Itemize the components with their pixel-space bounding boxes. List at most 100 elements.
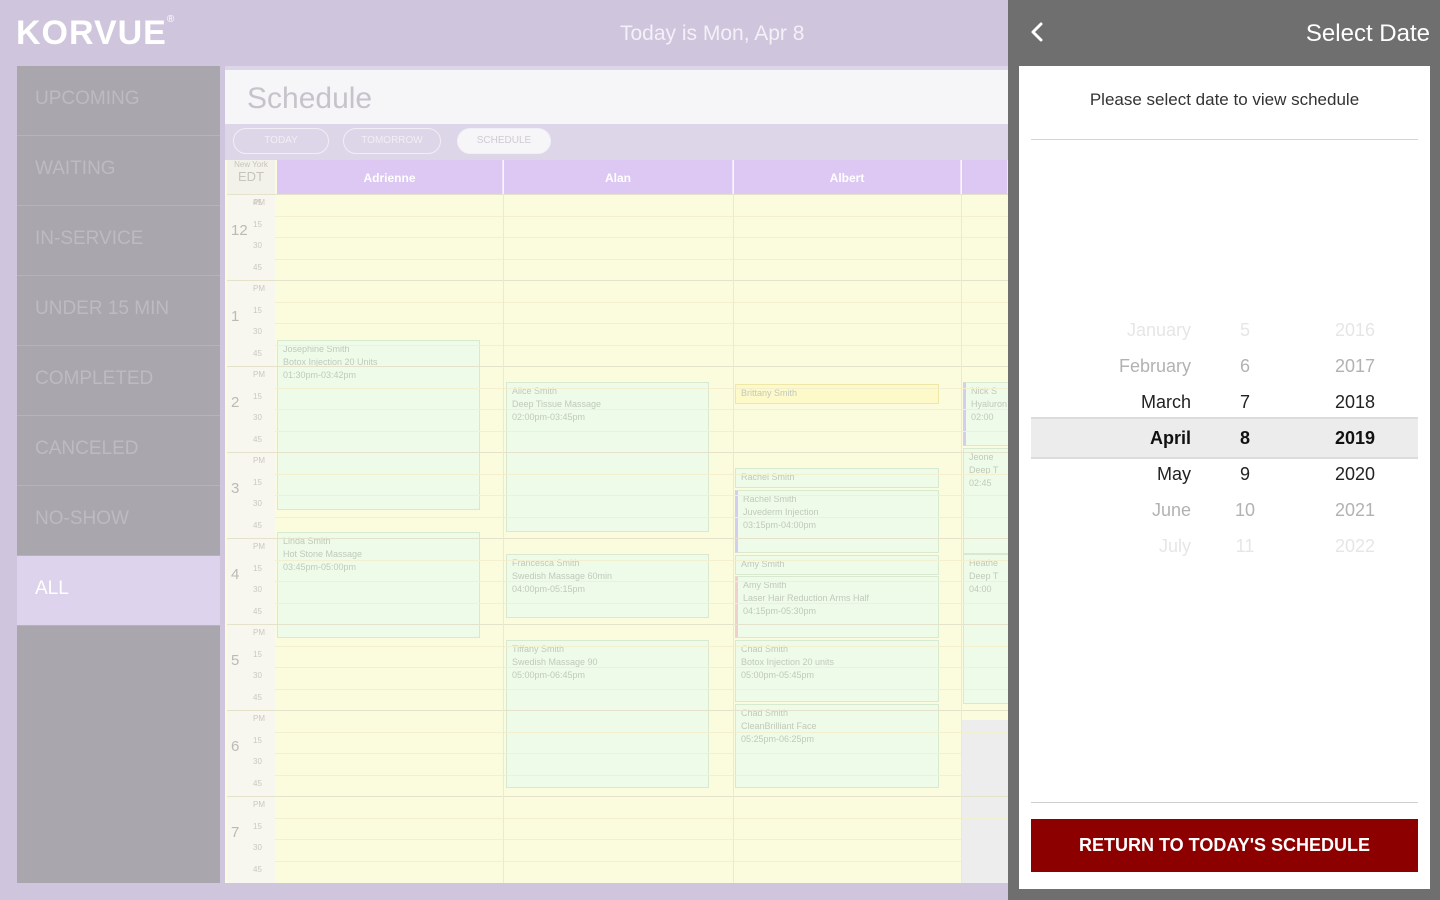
today-date-label: Today is Mon, Apr 8: [620, 22, 805, 45]
day-option[interactable]: 11: [1207, 528, 1283, 564]
day-option[interactable]: 9: [1207, 456, 1283, 492]
quarter-gridline: [275, 409, 1008, 410]
quarter-gridline: [275, 688, 1008, 690]
appointment-card[interactable]: Francesca Smith Swedish Massage 60min 04…: [506, 554, 709, 618]
sidebar-item-waiting[interactable]: WAITING: [17, 136, 220, 206]
hour-gridline: [227, 194, 1008, 195]
hour-gridline: [227, 366, 1008, 367]
quarter-label: PM: [253, 370, 265, 379]
sidebar-item-upcoming[interactable]: UPCOMING: [17, 66, 220, 136]
month-option[interactable]: February: [1031, 348, 1191, 384]
year-option[interactable]: 2017: [1293, 348, 1375, 384]
quarter-gridline: [275, 753, 1008, 754]
quarter-label: 45: [253, 520, 262, 530]
sidebar-item-canceled[interactable]: CANCELED: [17, 416, 220, 486]
appointment-card[interactable]: Amy Smith: [735, 555, 939, 575]
appointment-card[interactable]: Heathe Deep T 04:00: [963, 554, 1008, 704]
sidebar-item-all[interactable]: ALL: [17, 556, 220, 626]
appointment-time: 02:00: [971, 412, 994, 422]
quarter-label: 30: [253, 585, 262, 594]
year-option[interactable]: 2018: [1293, 384, 1375, 420]
year-option-selected[interactable]: 2019: [1293, 420, 1375, 456]
appointment-card[interactable]: Alice Smith Deep Tissue Massage 02:00pm-…: [506, 382, 709, 532]
month-option[interactable]: January: [1031, 312, 1191, 348]
day-option-selected[interactable]: 8: [1207, 420, 1283, 456]
hour-label: 12: [231, 222, 248, 239]
hour-gridline: [227, 280, 1008, 281]
logo-text: KORVUE: [16, 14, 167, 52]
appointment-time: 01:30pm-03:42pm: [283, 370, 357, 380]
back-button[interactable]: [1026, 18, 1052, 48]
quarter-label: 30: [253, 757, 262, 766]
quarter-gridline: [275, 215, 1008, 217]
year-option[interactable]: 2022: [1293, 528, 1375, 564]
hour-label: 1: [231, 308, 240, 325]
quarter-gridline: [275, 817, 1008, 819]
date-picker-card: Please select date to view schedule Janu…: [1019, 66, 1430, 889]
staff-column-alan[interactable]: Alan: [504, 160, 733, 194]
sidebar-item-no-show[interactable]: NO-SHOW: [17, 486, 220, 556]
hour-gridline: [227, 624, 1008, 625]
return-to-today-button[interactable]: RETURN TO TODAY'S SCHEDULE: [1031, 819, 1418, 872]
year-option[interactable]: 2020: [1293, 456, 1375, 492]
hour-label: 7: [231, 824, 240, 841]
quarter-label: 45: [253, 606, 262, 616]
filter-today-button[interactable]: TODAY: [233, 128, 329, 154]
sidebar-item-under-15-min[interactable]: UNDER 15 MIN: [17, 276, 220, 346]
year-option[interactable]: 2021: [1293, 492, 1375, 528]
quarter-gridline: [275, 667, 1008, 668]
day-option[interactable]: 6: [1207, 348, 1283, 384]
sidebar-item-in-service[interactable]: IN-SERVICE: [17, 206, 220, 276]
quarter-gridline: [275, 301, 1008, 303]
hour-label: 3: [231, 480, 240, 497]
column-divider: [961, 194, 962, 883]
hour-gridline: [227, 538, 1008, 539]
sidebar-item-completed[interactable]: COMPLETED: [17, 346, 220, 416]
hour-gridline: [227, 796, 1008, 797]
appointment-service: Deep T: [969, 465, 999, 475]
quarter-label: 15: [253, 391, 262, 401]
month-option[interactable]: March: [1031, 384, 1191, 420]
quarter-label: 45: [253, 692, 262, 702]
appointment-time: 04:00: [969, 584, 992, 594]
appointment-time: 02:00pm-03:45pm: [512, 412, 586, 422]
staff-column-albert[interactable]: Albert: [734, 160, 961, 194]
day-option[interactable]: 7: [1207, 384, 1283, 420]
quarter-gridline: [275, 237, 1008, 238]
quarter-label: 45: [253, 348, 262, 358]
appointment-card[interactable]: Linda Smith Hot Stone Massage 03:45pm-05…: [277, 532, 480, 638]
appointment-card[interactable]: Rachel Smith Juvederm Injection 03:15pm-…: [735, 490, 939, 553]
day-wheel[interactable]: 5 6 7 8 9 10 11: [1207, 312, 1283, 564]
staff-column-next[interactable]: [962, 160, 1008, 194]
month-wheel[interactable]: January February March April May June Ju…: [1031, 312, 1191, 564]
quarter-label: 30: [253, 241, 262, 250]
quarter-label: PM: [253, 628, 265, 637]
appointment-card[interactable]: Chad Smith Botox Injection 20 units 05:0…: [735, 640, 939, 702]
day-option[interactable]: 5: [1207, 312, 1283, 348]
appointment-service: Botox Injection 20 Units: [283, 357, 378, 367]
filter-tomorrow-button[interactable]: TOMORROW: [343, 128, 441, 154]
month-option[interactable]: July: [1031, 528, 1191, 564]
appointment-card[interactable]: Amy Smith Laser Hair Reduction Arms Half…: [735, 576, 939, 638]
quarter-label: 30: [253, 413, 262, 422]
quarter-label: 45: [253, 262, 262, 272]
year-option[interactable]: 2016: [1293, 312, 1375, 348]
month-option[interactable]: May: [1031, 456, 1191, 492]
appointment-card[interactable]: Tiffany Smith Swedish Massage 90 05:00pm…: [506, 640, 709, 788]
appointment-card[interactable]: Nick S Hyaluron 02:00: [963, 382, 1008, 446]
month-option[interactable]: June: [1031, 492, 1191, 528]
quarter-label: 30: [253, 327, 262, 336]
page-title: Schedule: [225, 70, 1008, 124]
year-wheel[interactable]: 2016 2017 2018 2019 2020 2021 2022: [1293, 312, 1375, 564]
quarter-label: 45: [253, 778, 262, 788]
appointment-card[interactable]: Rachel Smith: [735, 468, 939, 488]
day-option[interactable]: 10: [1207, 492, 1283, 528]
staff-column-adrienne[interactable]: Adrienne: [277, 160, 503, 194]
quarter-gridline: [275, 731, 1008, 733]
timezone-city: New York: [234, 160, 268, 169]
month-option-selected[interactable]: April: [1031, 420, 1191, 456]
quarter-label: 15: [253, 219, 262, 229]
filter-schedule-button[interactable]: SCHEDULE: [457, 128, 551, 154]
instruction-text: Please select date to view schedule: [1089, 90, 1360, 109]
appointment-time: 03:15pm-04:00pm: [743, 520, 817, 530]
